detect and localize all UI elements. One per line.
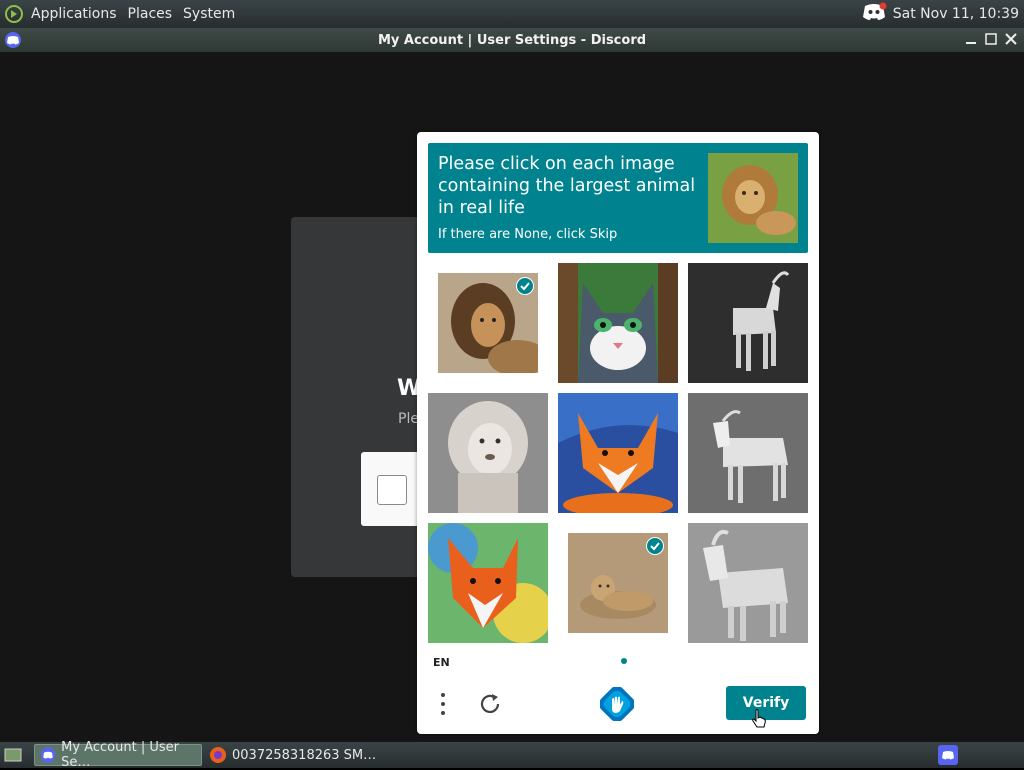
tile-2[interactable] — [558, 263, 678, 383]
captcha-checkbox[interactable] — [377, 475, 407, 505]
show-desktop-icon[interactable] — [2, 744, 24, 766]
tile-3[interactable] — [688, 263, 808, 383]
modal-subtext: Ple — [398, 411, 419, 427]
task-label: 0037258318263 SM… — [232, 747, 377, 763]
taskbar-item-discord[interactable]: My Account | User Se… — [34, 740, 202, 770]
close-icon[interactable] — [1004, 31, 1018, 47]
captcha-challenge: Please click on each image containing th… — [417, 132, 819, 734]
taskbar-item-firefox[interactable]: 0037258318263 SM… — [204, 744, 382, 766]
menu-places[interactable]: Places — [124, 6, 177, 22]
mate-logo-icon[interactable] — [4, 4, 24, 24]
minimize-icon[interactable] — [964, 31, 978, 47]
refresh-icon[interactable] — [478, 692, 502, 720]
window-title: My Account | User Settings - Discord — [377, 32, 647, 48]
example-image-lion — [708, 153, 798, 243]
window-titlebar[interactable]: My Account | User Settings - Discord — [0, 28, 1024, 52]
maximize-icon[interactable] — [984, 31, 998, 47]
menu-system[interactable]: System — [179, 6, 239, 22]
page-indicator-dot — [621, 658, 627, 664]
prompt-text: Please click on each image containing th… — [438, 154, 696, 218]
tile-6[interactable] — [688, 393, 808, 513]
clock[interactable]: Sat Nov 11, 10:39 — [893, 6, 1019, 22]
prompt-hint: If there are None, click Skip — [438, 227, 618, 242]
task-label: My Account | User Se… — [61, 740, 179, 770]
discord-tray-icon[interactable] — [938, 745, 958, 765]
top-panel: Applications Places System Sat Nov 11, 1… — [0, 0, 1024, 28]
discord-app-icon — [5, 32, 21, 48]
selected-check-icon — [646, 537, 664, 555]
selected-check-icon — [516, 277, 534, 295]
mouse-cursor-icon — [751, 709, 767, 733]
challenge-prompt: Please click on each image containing th… — [428, 143, 808, 253]
bottom-taskbar: My Account | User Se… 0037258318263 SM… — [0, 740, 1024, 770]
tile-1[interactable] — [438, 273, 538, 373]
firefox-icon — [210, 747, 226, 763]
tile-8[interactable] — [568, 533, 668, 633]
more-options-icon[interactable] — [439, 691, 447, 721]
menu-applications[interactable]: Applications — [27, 6, 121, 22]
tile-5[interactable] — [558, 393, 678, 513]
captcha-widget — [361, 452, 421, 526]
language-selector[interactable]: EN — [433, 656, 450, 669]
tile-9[interactable] — [688, 523, 808, 643]
tile-7[interactable] — [428, 523, 548, 643]
tile-4[interactable] — [428, 393, 548, 513]
discord-icon — [41, 747, 56, 763]
discord-tray-icon[interactable] — [861, 2, 887, 26]
hcaptcha-logo-icon[interactable] — [599, 686, 635, 725]
